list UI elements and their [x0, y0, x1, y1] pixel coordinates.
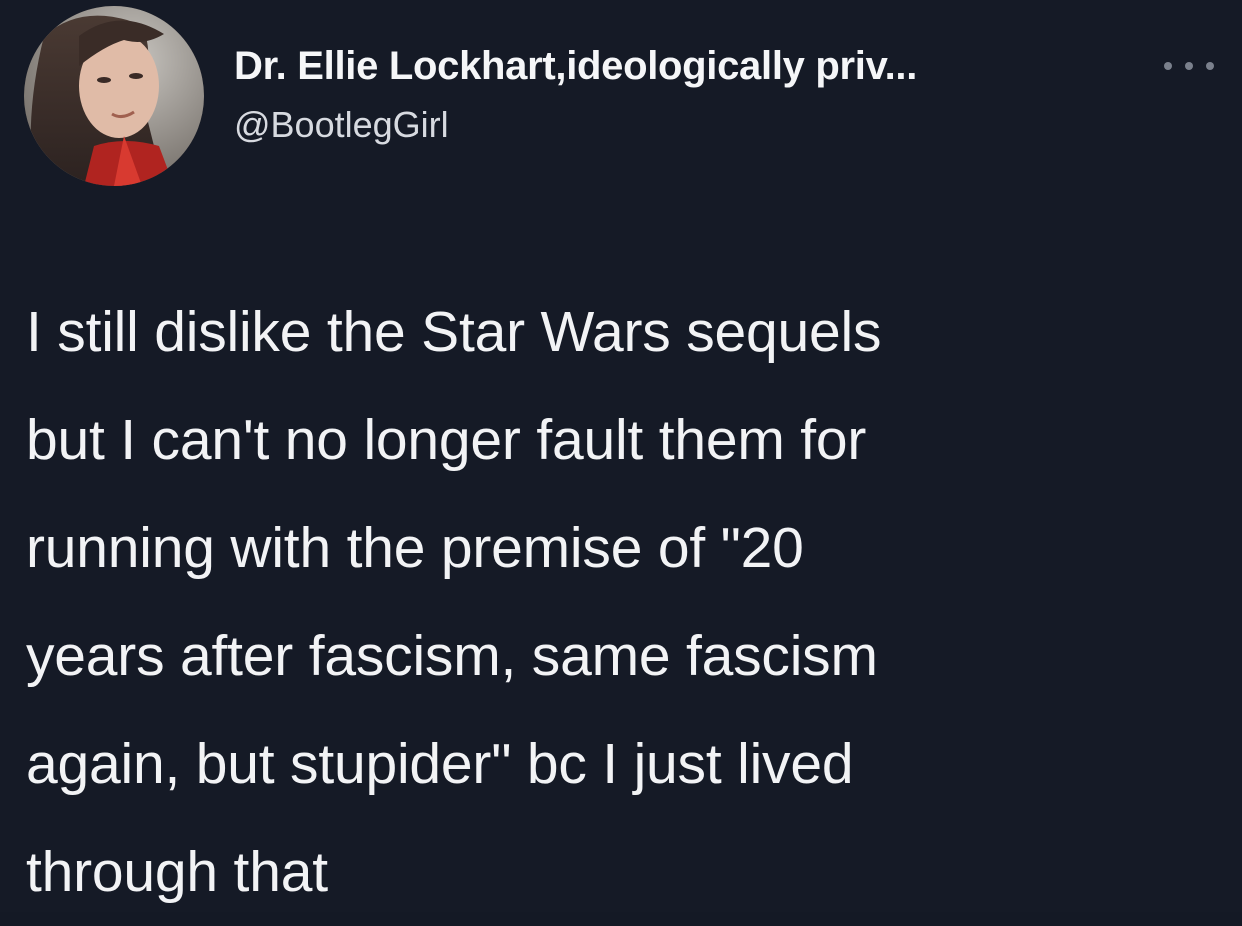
- tweet-text-line: running with the premise of "20: [26, 516, 804, 580]
- more-options-icon[interactable]: [1164, 56, 1214, 76]
- display-name[interactable]: Dr. Ellie Lockhart,ideologically priv...: [234, 44, 917, 89]
- more-dot: [1185, 62, 1193, 70]
- tweet-text-line: I still dislike the Star Wars sequels: [26, 300, 882, 364]
- tweet-text-line: through that: [26, 840, 328, 904]
- tweet-text-line: again, but stupider" bc I just lived: [26, 732, 854, 796]
- avatar[interactable]: [24, 6, 204, 186]
- tweet-text: I still dislike the Star Wars sequels bu…: [26, 278, 1206, 926]
- more-dot: [1206, 62, 1214, 70]
- tweet-text-line: but I can't no longer fault them for: [26, 408, 867, 472]
- user-handle[interactable]: @BootlegGirl: [234, 104, 449, 146]
- tweet-card: Dr. Ellie Lockhart,ideologically priv...…: [0, 0, 1242, 912]
- tweet-text-line: years after fascism, same fascism: [26, 624, 878, 688]
- more-dot: [1164, 62, 1172, 70]
- avatar-photo: [24, 6, 204, 186]
